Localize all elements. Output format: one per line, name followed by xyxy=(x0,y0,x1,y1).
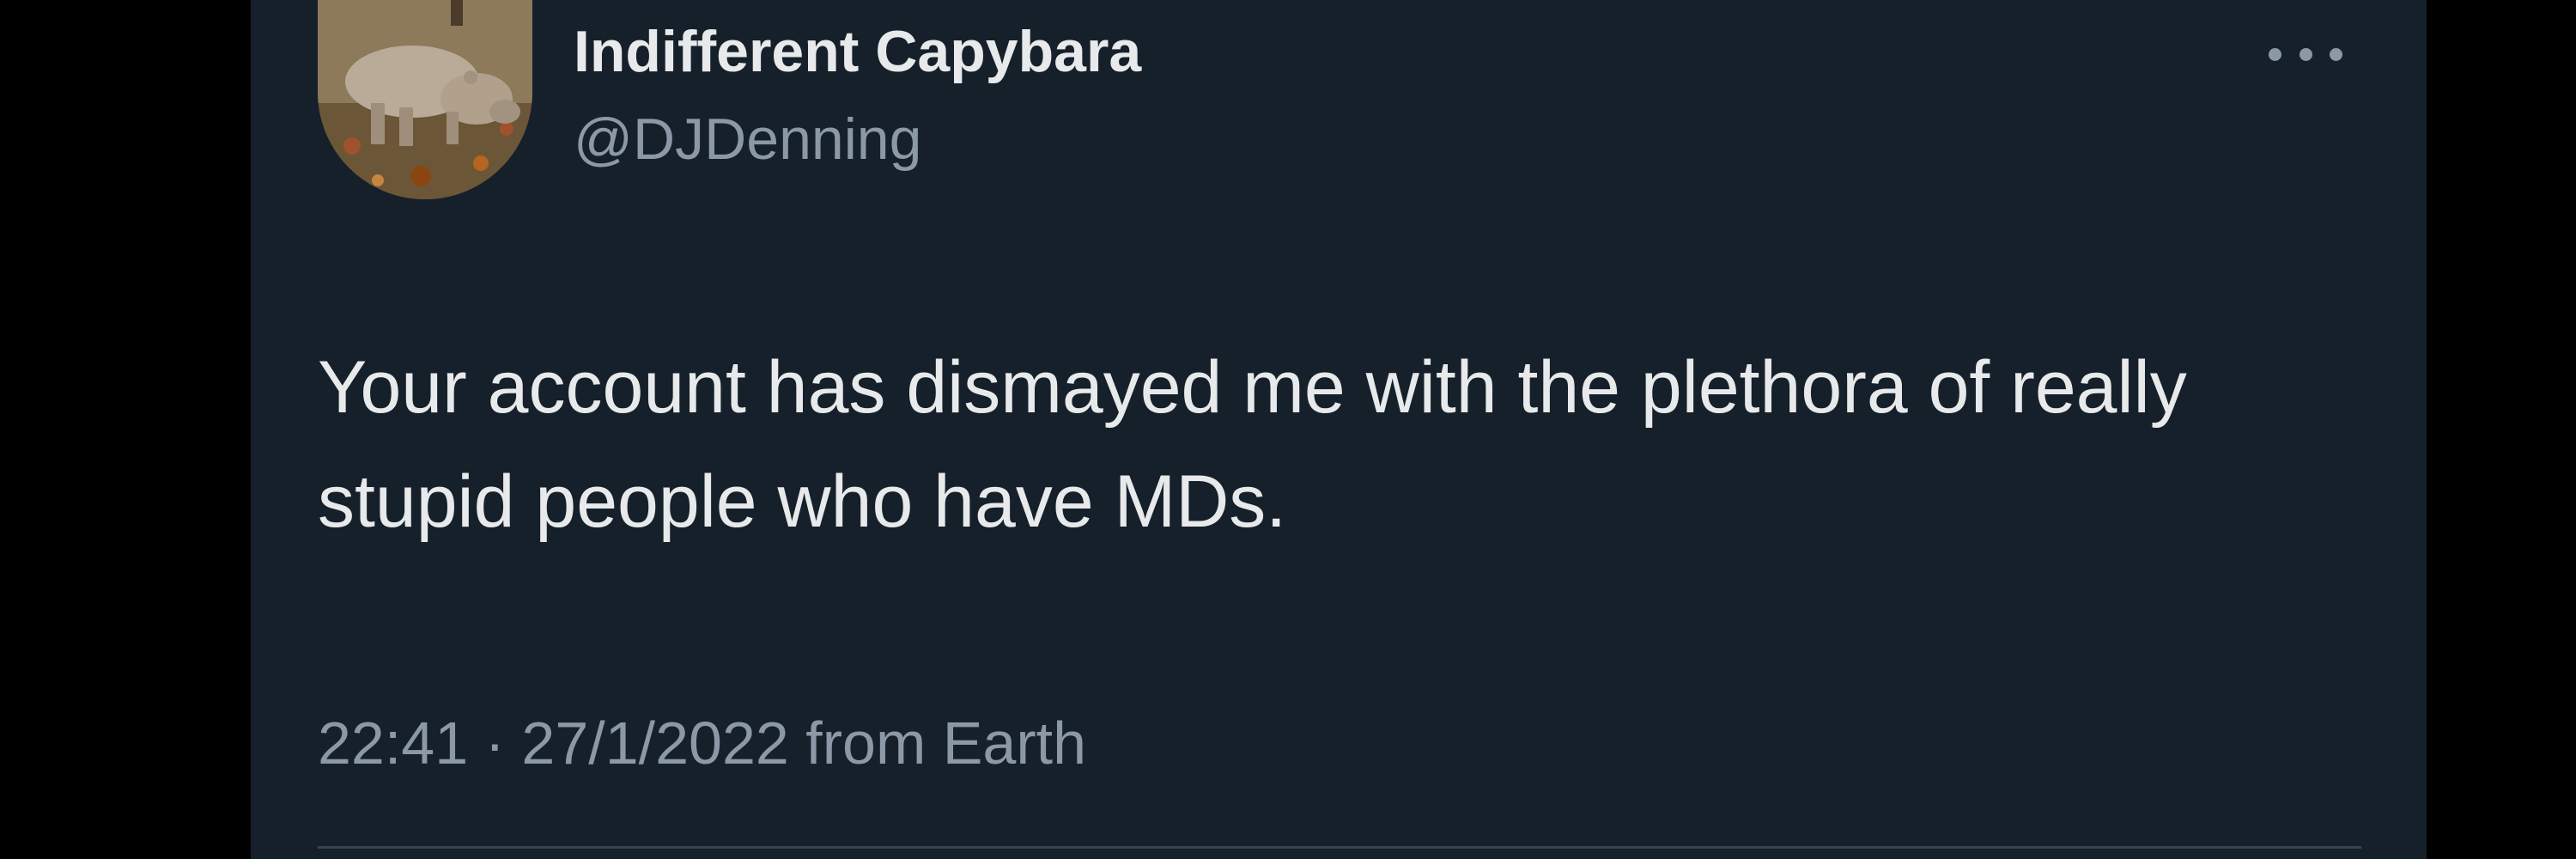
tweet-source: from Earth xyxy=(805,710,1087,777)
tweet-date[interactable]: 27/1/2022 xyxy=(521,710,788,777)
ellipsis-icon-dot xyxy=(2330,47,2342,61)
more-options-button[interactable] xyxy=(2258,33,2353,76)
author-handle[interactable]: @DJDenning xyxy=(574,103,921,175)
tweet-time[interactable]: 22:41 xyxy=(318,710,468,777)
divider xyxy=(318,846,2361,849)
meta-separator: · xyxy=(484,710,505,777)
ellipsis-icon xyxy=(2269,47,2281,61)
ellipsis-icon-dot xyxy=(2299,47,2312,61)
tweet-meta: 22:41 · 27/1/2022 from Earth xyxy=(318,704,1086,782)
page: Indifferent Capybara @DJDenning Your acc… xyxy=(0,0,2576,859)
author-display-name[interactable]: Indifferent Capybara xyxy=(574,15,1141,88)
tweet-text: Your account has dismayed me with the pl… xyxy=(318,346,2187,543)
